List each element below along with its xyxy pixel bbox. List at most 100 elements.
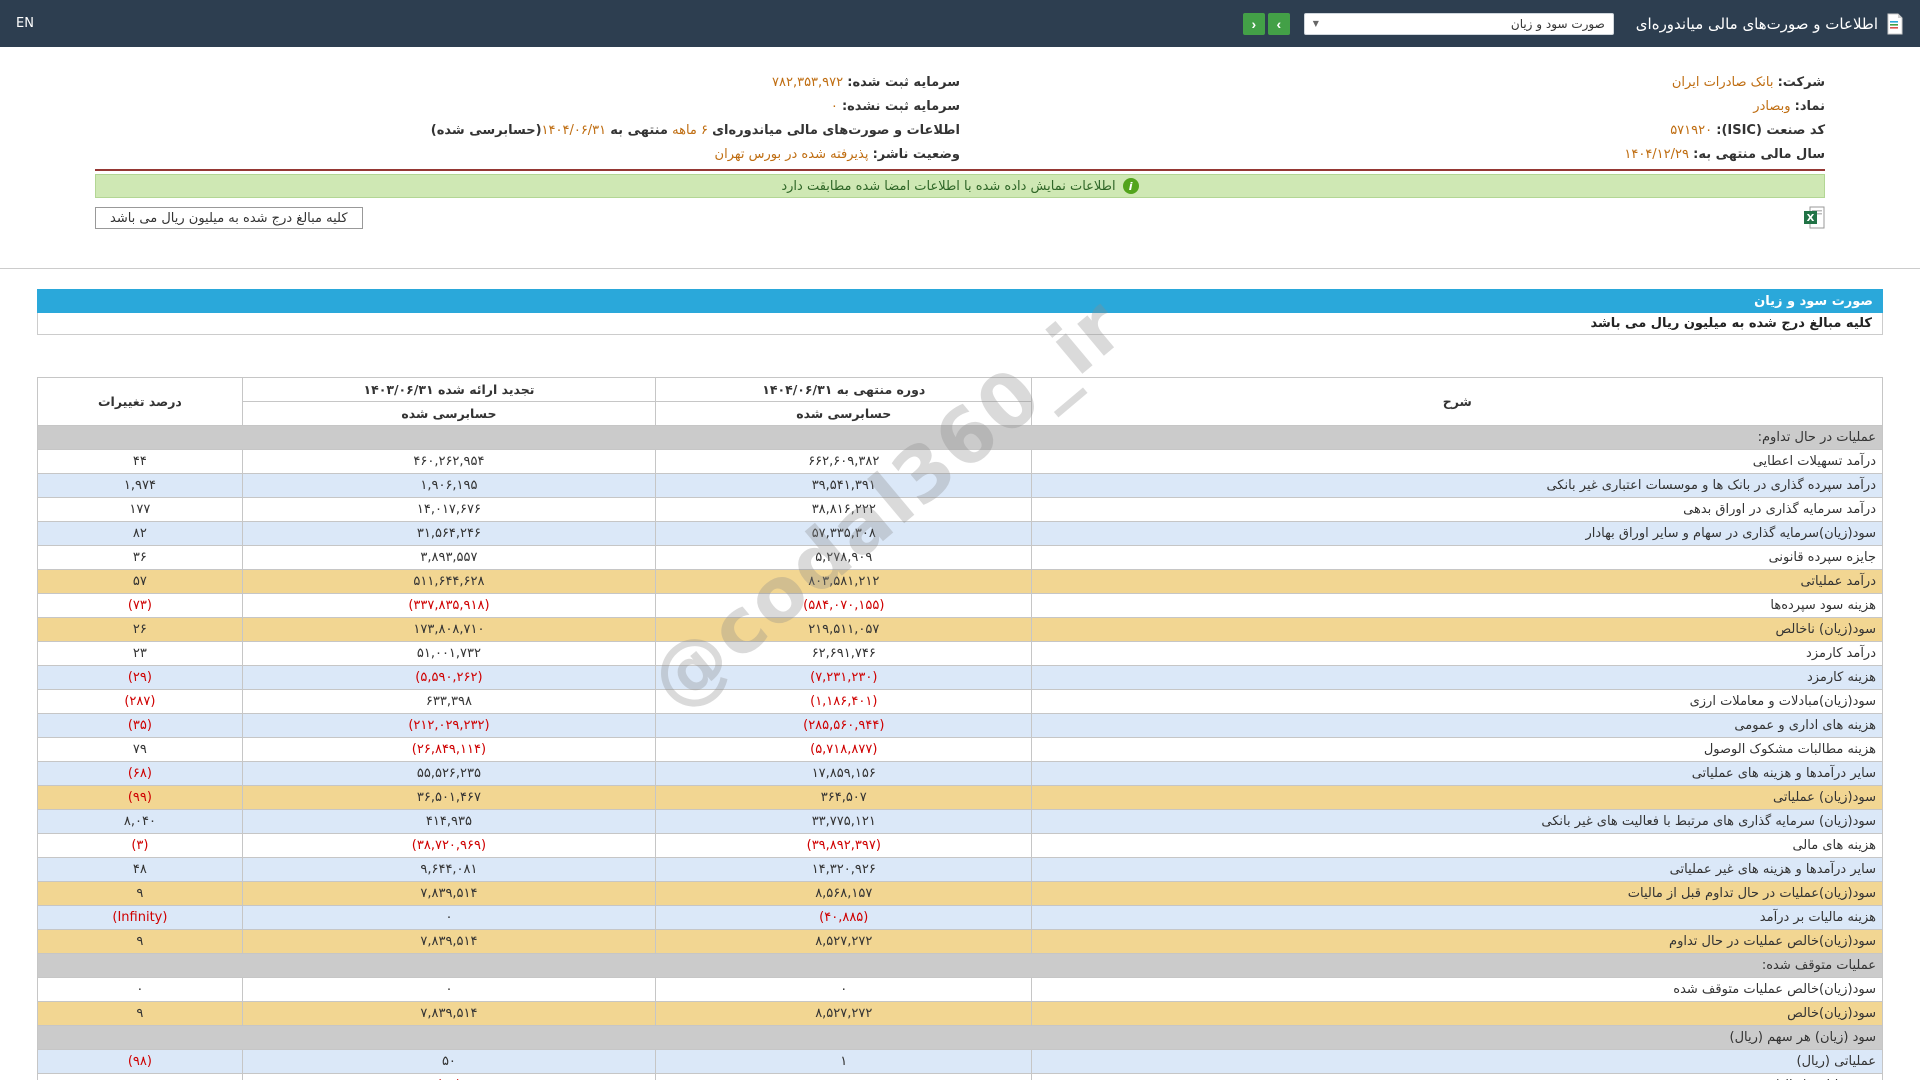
percent-change-value: ۷۹	[38, 738, 243, 762]
info-row: شرکت: بانک صادرات ایران	[960, 71, 1825, 95]
table-row: سود(زیان) ناخالص۲۱۹,۵۱۱,۰۵۷۱۷۳,۸۰۸,۷۱۰۲۶	[38, 618, 1883, 642]
row-label: سود(زیان)خالص عملیات در حال تداوم	[1032, 930, 1883, 954]
info-label: (حسابرسی شده)	[431, 123, 542, 138]
prior-period-value: ۵۰	[242, 1050, 655, 1074]
excel-export-icon[interactable]: X	[1804, 206, 1825, 229]
statement-type-selected-value: صورت سود و زیان	[1511, 17, 1605, 31]
row-label: درآمد عملیاتی	[1032, 570, 1883, 594]
row-label: درآمد تسهیلات اعطایی	[1032, 450, 1883, 474]
info-row: سرمایه ثبت شده: ۷۸۲,۳۵۳,۹۷۲	[95, 71, 960, 95]
row-label: سود(زیان) عملیاتی	[1032, 786, 1883, 810]
percent-change-value: ۴۸	[38, 858, 243, 882]
prev-period-button[interactable]: ‹	[1243, 13, 1265, 35]
row-label: سایر درآمدها و هزینه های عملیاتی	[1032, 762, 1883, 786]
current-period-value: ۳۳,۷۷۵,۱۲۱	[656, 810, 1032, 834]
info-label: شرکت:	[1778, 75, 1825, 90]
next-period-button[interactable]: ›	[1268, 13, 1290, 35]
column-header-current-period: دوره منتهی به ۱۴۰۴/۰۶/۳۱	[656, 378, 1032, 402]
current-period-value: (۷,۲۳۱,۲۳۰)	[656, 666, 1032, 690]
table-row: درآمد تسهیلات اعطایی۶۶۲,۶۰۹,۳۸۲۴۶۰,۲۶۲,۹…	[38, 450, 1883, 474]
company-info-right: شرکت: بانک صادرات ایراننماد: وبصادرکد صن…	[960, 71, 1825, 167]
language-link[interactable]: EN	[16, 16, 34, 31]
info-row: کد صنعت (ISIC): ۵۷۱۹۲۰	[960, 119, 1825, 143]
info-row: وضعیت ناشر: پذیرفته شده در بورس تهران	[95, 143, 960, 167]
current-period-value: ۱۴,۳۲۰,۹۲۶	[656, 858, 1032, 882]
row-label: درآمد سپرده گذاری در بانک ها و موسسات اع…	[1032, 474, 1883, 498]
table-row: سود(زیان)عملیات در حال تداوم قبل از مالی…	[38, 882, 1883, 906]
units-note-box: کلیه مبالغ درج شده به میلیون ریال می باش…	[95, 207, 363, 229]
prior-period-value: (۲۱۲,۰۲۹,۲۳۲)	[242, 714, 655, 738]
info-value: ۰	[831, 99, 838, 114]
percent-change-value: (۳۵)	[38, 714, 243, 738]
info-label: کد صنعت (ISIC):	[1716, 123, 1825, 138]
info-label: نماد:	[1795, 99, 1825, 114]
section-header-row: عملیات متوقف شده:	[38, 954, 1883, 978]
info-value: ۵۷۱۹۲۰	[1670, 123, 1712, 138]
table-row: درآمد سرمایه گذاری در اوراق بدهی۳۸,۸۱۶,۲…	[38, 498, 1883, 522]
units-row: X کلیه مبالغ درج شده به میلیون ریال می ب…	[95, 206, 1825, 229]
row-label: سود(زیان)مبادلات و معاملات ارزی	[1032, 690, 1883, 714]
prior-period-value: (۵,۵۹۰,۲۶۲)	[242, 666, 655, 690]
table-row: درآمد کارمزد۶۲,۶۹۱,۷۴۶۵۱,۰۰۱,۷۳۲۲۳	[38, 642, 1883, 666]
current-period-value: (۲۸۵,۵۶۰,۹۴۴)	[656, 714, 1032, 738]
statement-title-bar: صورت سود و زیان	[37, 289, 1883, 313]
prior-period-value: ۵۱,۰۰۱,۷۳۲	[242, 642, 655, 666]
prior-period-value: (۲۶,۸۴۹,۱۱۴)	[242, 738, 655, 762]
row-label: سود(زیان)عملیات در حال تداوم قبل از مالی…	[1032, 882, 1883, 906]
prior-period-value: ۷,۸۳۹,۵۱۴	[242, 1002, 655, 1026]
current-period-value: (۴۰,۸۸۵)	[656, 906, 1032, 930]
prior-period-value: ۱۴,۰۱۷,۶۷۶	[242, 498, 655, 522]
current-period-value: (۱,۱۸۶,۴۰۱)	[656, 690, 1032, 714]
statement-section: صورت سود و زیان کلیه مبالغ درج شده به می…	[37, 289, 1883, 1080]
info-value: بانک صادرات ایران	[1672, 75, 1774, 90]
info-row: سرمایه ثبت نشده: ۰	[95, 95, 960, 119]
percent-change-value: (۷۳)	[38, 594, 243, 618]
table-row: هزینه مطالبات مشکوک الوصول(۵,۷۱۸,۸۷۷)(۲۶…	[38, 738, 1883, 762]
current-period-value: (۵,۷۱۸,۸۷۷)	[656, 738, 1032, 762]
info-value: ۱۴۰۴/۱۲/۲۹	[1624, 147, 1689, 162]
table-row: سود(زیان) سرمایه گذاری های مرتبط با فعال…	[38, 810, 1883, 834]
current-period-value: (۳۹,۸۹۲,۳۹۷)	[656, 834, 1032, 858]
percent-change-value: ۲۳	[38, 642, 243, 666]
statement-type-select[interactable]: صورت سود و زیان ▼	[1304, 13, 1614, 35]
section-header-label: عملیات در حال تداوم:	[38, 426, 1883, 450]
info-icon: i	[1123, 178, 1139, 194]
company-info-left: سرمایه ثبت شده: ۷۸۲,۳۵۳,۹۷۲سرمایه ثبت نش…	[95, 71, 960, 167]
prior-period-value: ۴۱۴,۹۳۵	[242, 810, 655, 834]
row-label: سود(زیان) سرمایه گذاری های مرتبط با فعال…	[1032, 810, 1883, 834]
info-row: نماد: وبصادر	[960, 95, 1825, 119]
prior-period-value: (۳۳۷,۸۳۵,۹۱۸)	[242, 594, 655, 618]
info-label: سرمایه ثبت شده:	[847, 75, 960, 90]
info-label: سال مالی منتهی به:	[1693, 147, 1825, 162]
percent-change-value: ۸,۰۴۰	[38, 810, 243, 834]
table-row: سود(زیان)خالص۸,۵۲۷,۲۷۲۷,۸۳۹,۵۱۴۹	[38, 1002, 1883, 1026]
row-label: غیر عملیاتی (ریال)	[1032, 1074, 1883, 1080]
prior-period-value: ۳۱,۵۶۴,۲۴۶	[242, 522, 655, 546]
row-label: سایر درآمدها و هزینه های غیر عملیاتی	[1032, 858, 1883, 882]
prior-period-value: ۴۶۰,۲۶۲,۹۵۴	[242, 450, 655, 474]
current-period-value: ۱۰	[656, 1074, 1032, 1080]
prior-period-value: ۹,۶۴۴,۰۸۱	[242, 858, 655, 882]
percent-change-value: (۹۸)	[38, 1050, 243, 1074]
percent-change-value: (۶۸)	[38, 762, 243, 786]
table-row: سود(زیان)خالص عملیات در حال تداوم۸,۵۲۷,۲…	[38, 930, 1883, 954]
column-header-description: شرح	[1032, 378, 1883, 426]
report-document-icon[interactable]	[1886, 13, 1904, 35]
column-subheader-audited: حسابرسی شده	[656, 402, 1032, 426]
table-row: سایر درآمدها و هزینه های عملیاتی۱۷,۸۵۹,۱…	[38, 762, 1883, 786]
percent-change-value: (۲۹)	[38, 666, 243, 690]
current-period-value: ۱۷,۸۵۹,۱۵۶	[656, 762, 1032, 786]
info-value: ۷۸۲,۳۵۳,۹۷۲	[772, 75, 843, 90]
current-period-value: ۵,۲۷۸,۹۰۹	[656, 546, 1032, 570]
column-header-prior-period: تجدید ارائه شده ۱۴۰۳/۰۶/۳۱	[242, 378, 655, 402]
prior-period-value: ۱۷۳,۸۰۸,۷۱۰	[242, 618, 655, 642]
table-row: هزینه مالیات بر درآمد(۴۰,۸۸۵)۰(Infinity)	[38, 906, 1883, 930]
percent-change-value: ۸۲	[38, 522, 243, 546]
company-info-section: شرکت: بانک صادرات ایراننماد: وبصادرکد صن…	[95, 71, 1825, 171]
percent-change-value: ۰	[38, 978, 243, 1002]
info-value: ۶ ماهه	[672, 123, 708, 138]
statement-table-body: عملیات در حال تداوم:درآمد تسهیلات اعطایی…	[38, 426, 1883, 1080]
prior-period-value: ۱,۹۰۶,۱۹۵	[242, 474, 655, 498]
table-row: عملیاتی (ریال)۱۵۰(۹۸)	[38, 1050, 1883, 1074]
row-label: جایزه سپرده قانونی	[1032, 546, 1883, 570]
